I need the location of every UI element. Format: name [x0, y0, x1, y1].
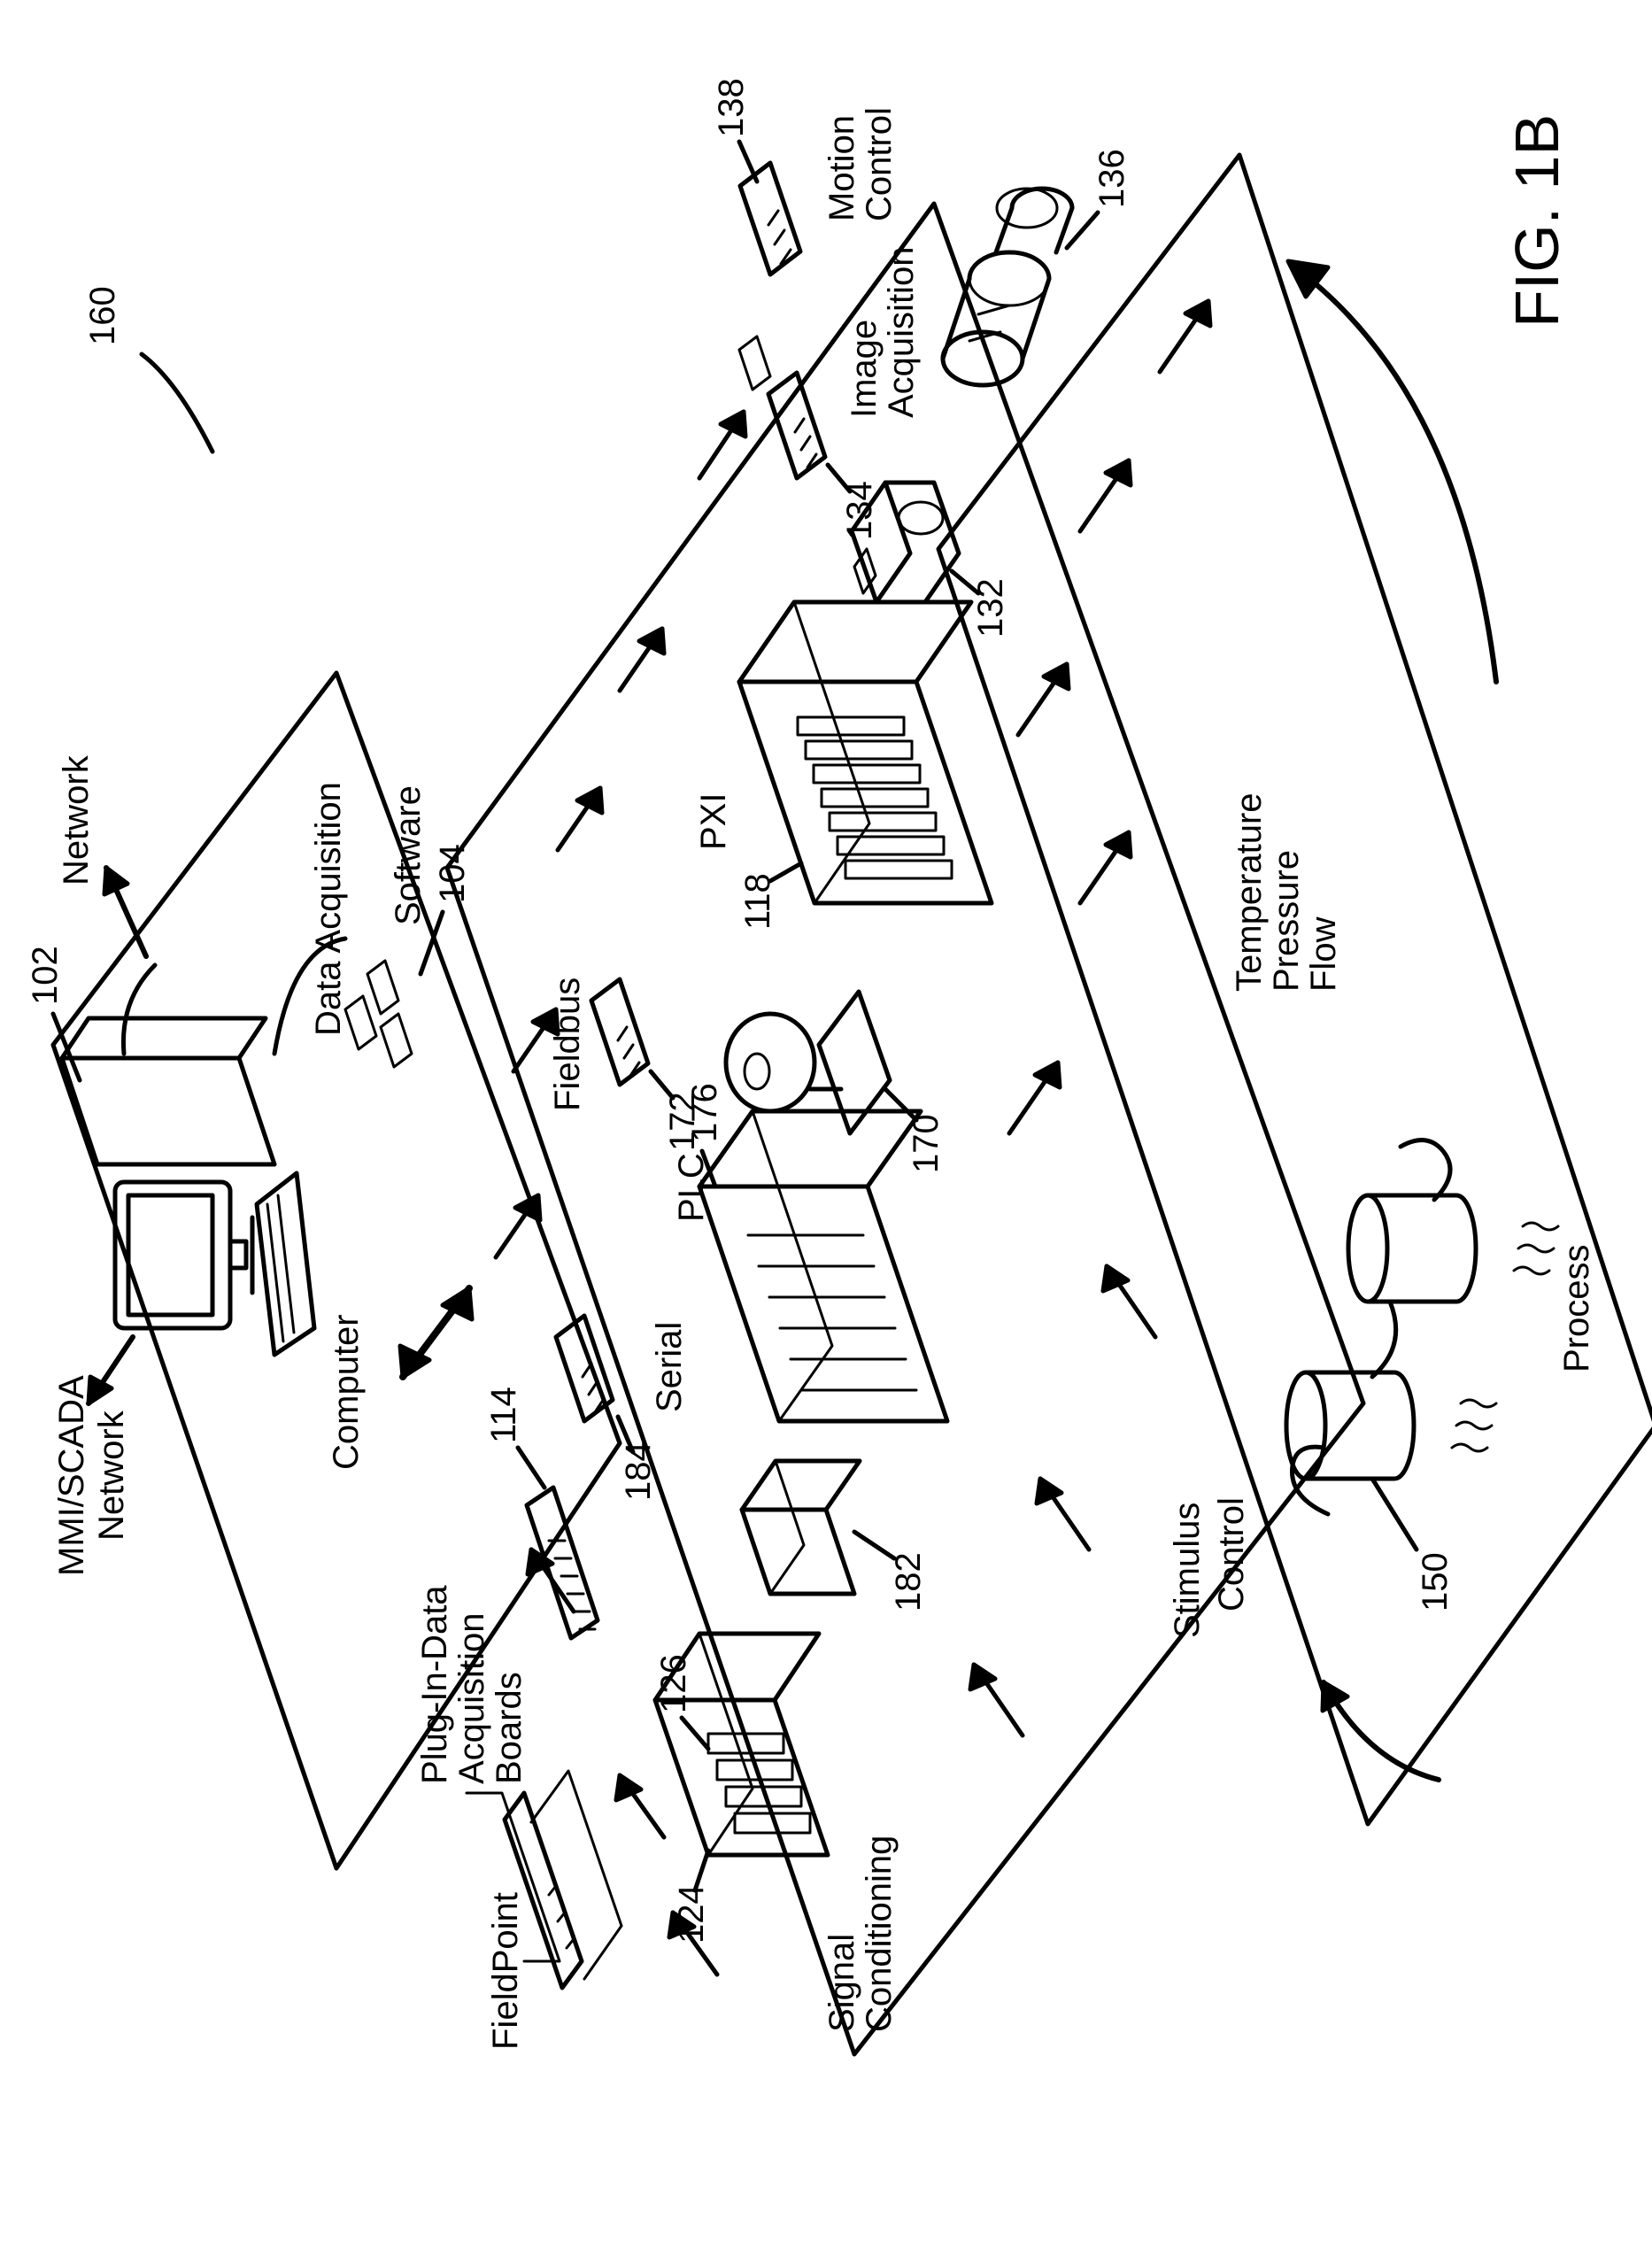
- ref-102: 102: [27, 946, 64, 1005]
- label-network-l: Network: [93, 1410, 130, 1541]
- network-arrow-right: [104, 868, 146, 956]
- label-plc: PLC: [673, 1153, 710, 1222]
- ref-118: 118: [739, 873, 776, 930]
- ref-182: 182: [890, 1552, 927, 1611]
- label-pxi: PXI: [695, 793, 732, 850]
- ref-126: 126: [655, 1654, 692, 1713]
- label-process: Process: [1558, 1245, 1595, 1373]
- ref-172: 172: [664, 1092, 701, 1151]
- image-acq-card: [739, 336, 850, 491]
- ref-170: 170: [907, 1114, 945, 1173]
- label-network-r: Network: [58, 755, 95, 885]
- label-mmi: MMI/SCADA: [53, 1375, 90, 1576]
- ref-136: 136: [1093, 149, 1131, 208]
- label-fieldbus: Fieldbus: [549, 978, 586, 1111]
- label-control: Control: [1213, 1497, 1250, 1611]
- serial-card: [556, 1316, 633, 1452]
- ref-124: 124: [673, 1884, 710, 1944]
- ref-104: 104: [434, 844, 471, 903]
- ref-150: 150: [1417, 1552, 1454, 1611]
- input-arrow: [1323, 1682, 1439, 1780]
- daq-board: [518, 1448, 598, 1638]
- network-arrow-left: [89, 1337, 133, 1403]
- computer-tower: [62, 1058, 274, 1164]
- ref-134: 134: [841, 481, 878, 540]
- label-sigcond: Signal Conditioning: [823, 1836, 898, 2032]
- ref-184: 184: [620, 1441, 657, 1501]
- label-plugin: Plug-In-Data Acquisition Boards: [416, 1585, 528, 1784]
- software-icons: [345, 912, 443, 1067]
- ref-132: 132: [972, 578, 1009, 638]
- ref-138: 138: [713, 78, 750, 137]
- pxi-chassis: [739, 602, 992, 903]
- label-stimulus: Stimulus: [1169, 1503, 1206, 1638]
- link-top-mid: [400, 1288, 472, 1377]
- process-plant: [1286, 1140, 1558, 1550]
- label-daq: Data Acquisition: [310, 782, 347, 1036]
- box-182: [742, 1461, 894, 1594]
- fieldbus-card: [591, 979, 673, 1098]
- label-imgacq: Image Acquisition: [845, 247, 920, 418]
- ref-160: 160: [84, 286, 121, 345]
- figure-label: FIG. 1B: [1505, 114, 1571, 328]
- leader-160: [142, 354, 212, 452]
- motion-card: [739, 142, 800, 274]
- label-fieldpoint: FieldPoint: [487, 1892, 524, 2050]
- ref-114: 114: [485, 1387, 522, 1443]
- label-computer: Computer: [328, 1314, 365, 1470]
- lens-device: [943, 189, 1098, 385]
- label-software: Software: [390, 785, 427, 925]
- label-tpf: Temperature Pressure Flow: [1231, 792, 1342, 992]
- label-motion: Motion Control: [823, 107, 898, 221]
- label-serial: Serial: [651, 1322, 688, 1412]
